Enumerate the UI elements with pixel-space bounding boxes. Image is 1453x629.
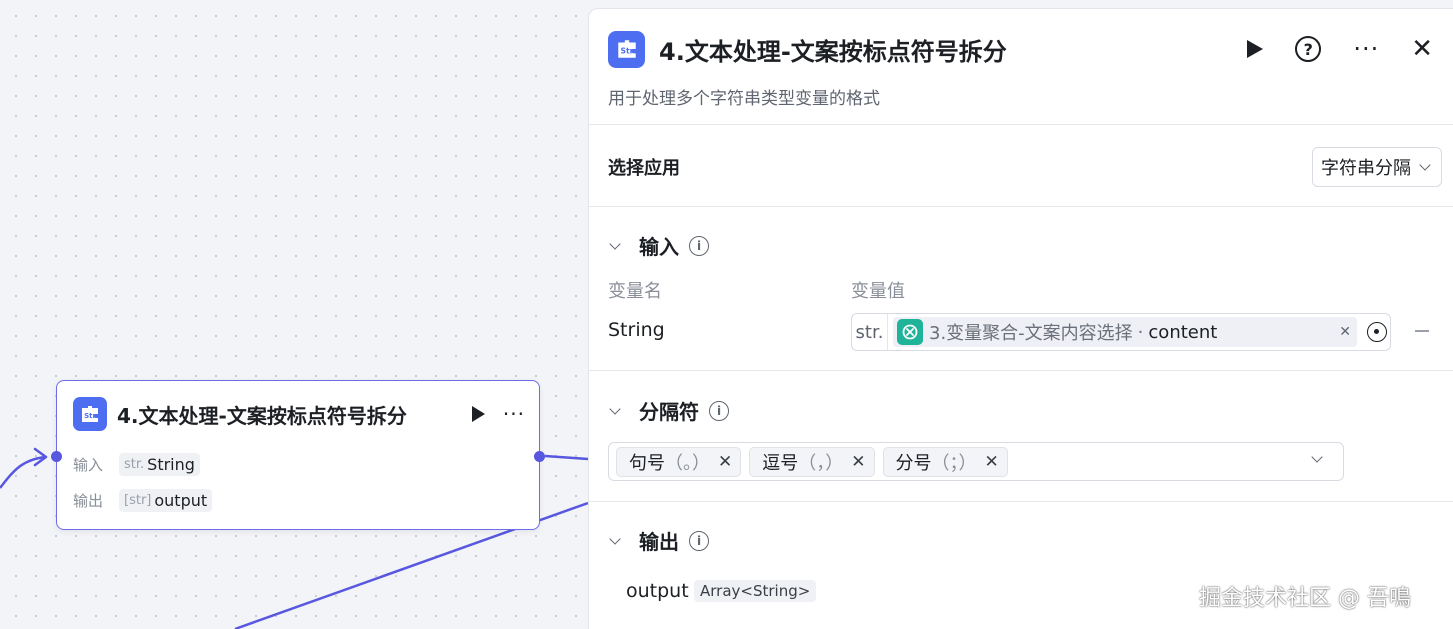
node-input-label: 输入	[73, 455, 104, 474]
aggregate-node-icon	[897, 319, 923, 345]
panel-header: Str 4.文本处理-文案按标点符号拆分 ? ··· ✕	[608, 29, 1433, 69]
delimiter-tag-label: 句号	[629, 452, 665, 474]
variable-name: String	[608, 319, 665, 341]
output-type-badge: Array<String>	[694, 580, 817, 602]
delimiter-section-header[interactable]: 分隔符 i	[609, 396, 729, 425]
chevron-down-icon[interactable]	[609, 532, 621, 545]
close-icon[interactable]: ✕	[1411, 36, 1433, 62]
node-input-chip: str. String	[119, 452, 200, 476]
node-input-type: str.	[124, 456, 145, 472]
app-select-value: 字符串分隔	[1321, 158, 1411, 179]
svg-text:Str: Str	[84, 412, 96, 420]
delimiter-tag-label: 逗号	[762, 452, 799, 474]
input-section-header[interactable]: 输入 i	[609, 231, 709, 260]
watermark: 掘金技术社区 @ 吾鳴	[1199, 586, 1411, 611]
str-plugin-icon: Str	[608, 30, 645, 68]
node-output-port[interactable]	[534, 451, 545, 462]
remove-row-icon[interactable]	[1415, 330, 1429, 332]
node-output-row: 输出 [str] output	[73, 487, 213, 513]
delimiter-tag: 分号 （；） ✕	[882, 446, 1008, 477]
remove-tag-icon[interactable]: ✕	[718, 452, 732, 472]
svg-text:Str: Str	[620, 46, 633, 55]
delimiter-multiselect[interactable]: 句号 （。） ✕ 逗号 （，） ✕ 分号 （；） ✕	[608, 442, 1344, 481]
chevron-down-icon	[1419, 159, 1431, 171]
select-app-label: 选择应用	[608, 158, 680, 179]
text-process-node[interactable]: Str 4.文本处理-文案按标点符号拆分 ··· 输入 str. String …	[51, 380, 545, 530]
divider	[589, 370, 1453, 371]
variable-value-field[interactable]: str. 3.变量聚合-文案内容选择 · content ✕	[851, 313, 1391, 351]
chevron-down-icon[interactable]	[609, 237, 621, 250]
node-input-row: 输入 str. String	[73, 451, 200, 477]
node-run-icon[interactable]	[471, 406, 485, 422]
edges-layer	[0, 447, 588, 629]
remove-tag-icon[interactable]: ✕	[851, 452, 865, 472]
run-icon[interactable]	[1247, 40, 1264, 58]
variable-picker-icon[interactable]	[1367, 322, 1387, 342]
chevron-down-icon[interactable]	[609, 402, 621, 415]
node-settings-panel: Str 4.文本处理-文案按标点符号拆分 ? ··· ✕ 用于处理多个字符串类型…	[588, 8, 1453, 629]
variable-type: str.	[852, 314, 888, 350]
divider	[589, 206, 1453, 207]
node-output-label: 输出	[73, 491, 104, 510]
outgoing-edge	[544, 454, 588, 461]
panel-title: 4.文本处理-文案按标点符号拆分	[659, 37, 1007, 66]
output-name: output	[626, 580, 689, 602]
delimiter-tag-symbol: （，）	[798, 452, 844, 474]
delimiter-tag: 句号 （。） ✕	[616, 446, 742, 477]
variable-reference-tag[interactable]: 3.变量聚合-文案内容选择 · content ✕	[893, 317, 1357, 347]
delimiter-section-title: 分隔符	[639, 400, 699, 424]
info-icon[interactable]: i	[689, 530, 709, 551]
variable-value-header: 变量值	[851, 281, 905, 302]
delimiter-tag-symbol: （。）	[665, 452, 710, 474]
node-output-value: output	[154, 490, 208, 510]
info-icon[interactable]: i	[689, 235, 709, 256]
reference-separator: ·	[1137, 321, 1144, 343]
node-output-type: [str]	[124, 492, 152, 508]
delimiter-tag-label: 分号	[895, 452, 932, 474]
more-icon[interactable]: ···	[1353, 37, 1379, 61]
input-section-title: 输入	[639, 235, 679, 259]
panel-description: 用于处理多个字符串类型变量的格式	[608, 89, 880, 109]
help-icon[interactable]: ?	[1295, 36, 1322, 62]
node-title: 4.文本处理-文案按标点符号拆分	[117, 403, 407, 428]
delimiter-tag-symbol: （；）	[931, 452, 977, 474]
node-input-port[interactable]	[51, 451, 62, 462]
node-header: Str 4.文本处理-文案按标点符号拆分 ···	[73, 397, 525, 431]
clear-reference-icon[interactable]: ✕	[1339, 324, 1351, 340]
divider	[589, 501, 1453, 502]
chevron-down-icon[interactable]	[1311, 451, 1323, 463]
variable-name-header: 变量名	[608, 281, 662, 302]
remove-tag-icon[interactable]: ✕	[985, 452, 999, 472]
app-select[interactable]: 字符串分隔	[1312, 147, 1442, 187]
divider	[589, 124, 1453, 125]
str-plugin-icon: Str	[73, 397, 107, 431]
workflow-canvas[interactable]: Str 4.文本处理-文案按标点符号拆分 ··· 输入 str. String …	[0, 0, 588, 629]
output-section-header[interactable]: 输出 i	[609, 526, 709, 555]
output-section-title: 输出	[639, 530, 679, 554]
info-icon[interactable]: i	[709, 400, 729, 421]
node-output-chip: [str] output	[119, 488, 213, 512]
node-more-icon[interactable]: ···	[503, 404, 525, 424]
reference-field: content	[1148, 321, 1218, 343]
node-input-value: String	[147, 454, 195, 474]
reference-source: 3.变量聚合-文案内容选择	[929, 323, 1133, 344]
delimiter-tag: 逗号 （，） ✕	[749, 446, 875, 477]
